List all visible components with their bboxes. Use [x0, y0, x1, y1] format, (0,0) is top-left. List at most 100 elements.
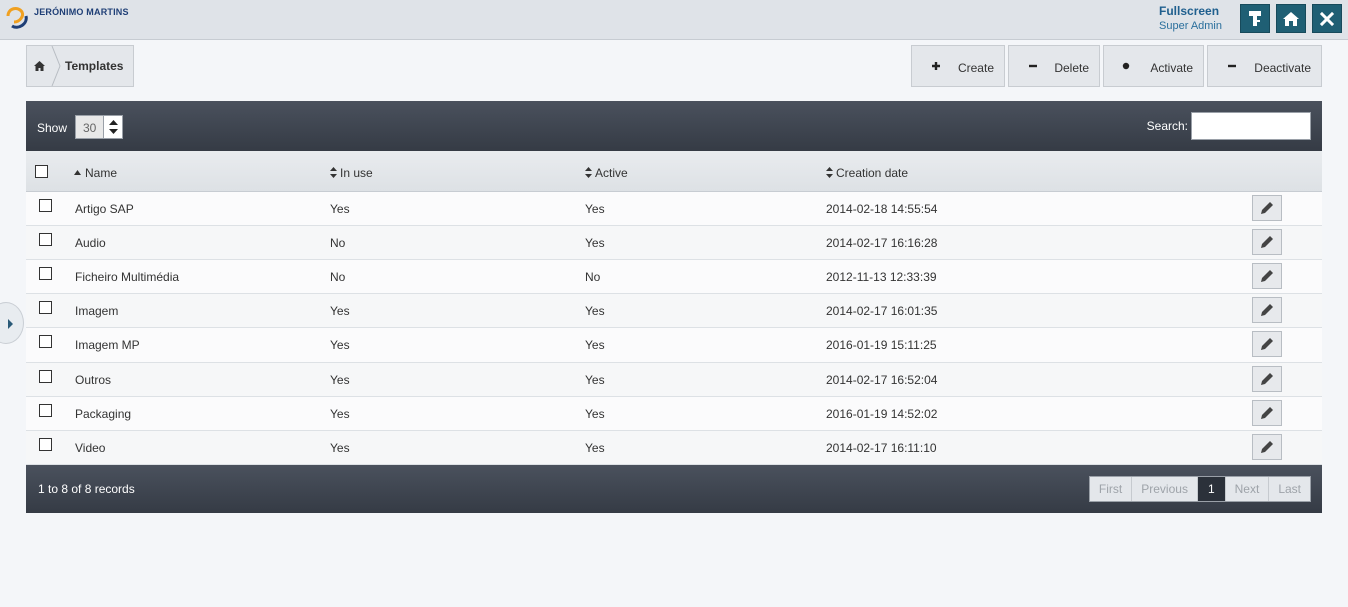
column-creation-date[interactable]: Creation date: [836, 166, 908, 180]
pencil-icon: [1261, 338, 1273, 350]
table-row[interactable]: Packaging Yes Yes 2016-01-19 14:52:02: [26, 397, 1322, 431]
cell-in-use: Yes: [330, 338, 350, 352]
pencil-icon: [1261, 202, 1273, 214]
pencil-icon: [1261, 441, 1273, 453]
key-button[interactable]: [1240, 4, 1270, 33]
table-toolbar: Show 30 Search:: [26, 101, 1322, 151]
page-size-stepper[interactable]: 30: [75, 115, 123, 139]
user-role: Super Admin: [1159, 20, 1222, 32]
table-row[interactable]: Ficheiro Multimédia No No 2012-11-13 12:…: [26, 260, 1322, 294]
sidebar-toggle[interactable]: [0, 302, 24, 344]
sort-icon: [585, 167, 592, 178]
cell-in-use: Yes: [330, 373, 350, 387]
table-row[interactable]: Video Yes Yes 2014-02-17 16:11:10: [26, 431, 1322, 465]
create-button[interactable]: Create: [911, 45, 1005, 87]
table-header: Name In use Active Creation date: [26, 151, 1322, 192]
current-page-button[interactable]: 1: [1197, 477, 1226, 501]
cell-name: Audio: [75, 236, 106, 250]
last-page-button[interactable]: Last: [1269, 477, 1310, 501]
cell-in-use: Yes: [330, 304, 350, 318]
spinner-arrows-icon: [109, 120, 118, 134]
stepper-arrows[interactable]: [103, 116, 122, 138]
cell-name: Imagem: [75, 304, 119, 318]
cell-in-use: Yes: [330, 202, 350, 216]
row-checkbox[interactable]: [39, 335, 52, 348]
cell-creation-date: 2014-02-17 16:52:04: [826, 373, 938, 387]
row-checkbox[interactable]: [39, 370, 52, 383]
edit-button[interactable]: [1252, 229, 1282, 255]
pencil-icon: [1261, 236, 1273, 248]
edit-button[interactable]: [1252, 366, 1282, 392]
edit-button[interactable]: [1252, 297, 1282, 323]
top-bar: JERÓNIMO MARTINS Fullscreen Super Admin: [0, 0, 1348, 40]
cell-active: Yes: [585, 304, 605, 318]
cell-creation-date: 2012-11-13 12:33:39: [826, 270, 937, 284]
first-page-button[interactable]: First: [1090, 477, 1133, 501]
cell-name: Video: [75, 441, 106, 455]
pencil-icon: [1261, 373, 1273, 385]
cell-creation-date: 2014-02-17 16:01:35: [826, 304, 938, 318]
select-all-checkbox[interactable]: [35, 165, 48, 178]
table-row[interactable]: Artigo SAP Yes Yes 2014-02-18 14:55:54: [26, 192, 1322, 226]
home-icon: [33, 61, 45, 71]
delete-label: Delete: [1054, 61, 1089, 75]
column-name[interactable]: Name: [85, 166, 117, 180]
row-checkbox[interactable]: [39, 438, 52, 451]
cell-creation-date: 2014-02-17 16:11:10: [826, 441, 937, 455]
pencil-icon: [1261, 304, 1273, 316]
close-button[interactable]: [1312, 4, 1342, 33]
previous-page-button[interactable]: Previous: [1132, 477, 1198, 501]
table-row[interactable]: Outros Yes Yes 2014-02-17 16:52:04: [26, 363, 1322, 397]
row-checkbox[interactable]: [39, 404, 52, 417]
activate-label: Activate: [1150, 61, 1193, 75]
cell-active: Yes: [585, 407, 605, 421]
row-checkbox[interactable]: [39, 267, 52, 280]
dot-icon: [1122, 62, 1130, 70]
row-checkbox[interactable]: [39, 199, 52, 212]
home-button[interactable]: [1276, 4, 1306, 33]
activate-button[interactable]: Activate: [1103, 45, 1204, 87]
delete-button[interactable]: Delete: [1008, 45, 1100, 87]
edit-button[interactable]: [1252, 400, 1282, 426]
key-icon: [1249, 10, 1261, 26]
pagination: First Previous 1 Next Last: [1088, 476, 1311, 502]
records-info: 1 to 8 of 8 records: [38, 482, 135, 496]
brand-logo[interactable]: JERÓNIMO MARTINS: [4, 3, 129, 33]
user-info: Fullscreen Super Admin: [1159, 4, 1222, 32]
breadcrumb: Templates: [26, 45, 134, 87]
create-label: Create: [957, 61, 994, 75]
row-checkbox[interactable]: [39, 301, 52, 314]
column-active[interactable]: Active: [595, 166, 628, 180]
fullscreen-link[interactable]: Fullscreen: [1159, 4, 1222, 18]
breadcrumb-current[interactable]: Templates: [65, 59, 123, 73]
next-page-button[interactable]: Next: [1226, 477, 1270, 501]
table-row[interactable]: Audio No Yes 2014-02-17 16:16:28: [26, 226, 1322, 260]
pencil-icon: [1261, 270, 1273, 282]
edit-button[interactable]: [1252, 195, 1282, 221]
deactivate-button[interactable]: Deactivate: [1207, 45, 1322, 87]
column-in-use[interactable]: In use: [340, 166, 373, 180]
close-icon: [1320, 11, 1334, 26]
table-row[interactable]: Imagem MP Yes Yes 2016-01-19 15:11:25: [26, 328, 1322, 363]
cell-creation-date: 2016-01-19 14:52:02: [826, 407, 938, 421]
search-input[interactable]: [1191, 112, 1311, 140]
edit-button[interactable]: [1252, 263, 1282, 289]
edit-button[interactable]: [1252, 434, 1282, 460]
row-checkbox[interactable]: [39, 233, 52, 246]
table-footer: 1 to 8 of 8 records First Previous 1 Nex…: [26, 465, 1322, 513]
edit-button[interactable]: [1252, 331, 1282, 357]
cell-creation-date: 2014-02-18 14:55:54: [826, 202, 938, 216]
cell-active: Yes: [585, 441, 605, 455]
sort-asc-icon: [74, 170, 81, 175]
logo-icon: [6, 7, 28, 29]
show-label: Show: [37, 121, 68, 135]
minus-icon: [1029, 64, 1037, 68]
brand-name: JERÓNIMO MARTINS: [34, 7, 129, 17]
cell-in-use: Yes: [330, 441, 350, 455]
cell-in-use: No: [330, 270, 346, 284]
deactivate-label: Deactivate: [1254, 61, 1311, 75]
breadcrumb-home[interactable]: [27, 46, 51, 86]
table-row[interactable]: Imagem Yes Yes 2014-02-17 16:01:35: [26, 294, 1322, 328]
cell-name: Imagem MP: [75, 338, 140, 352]
sort-icon: [826, 167, 833, 178]
